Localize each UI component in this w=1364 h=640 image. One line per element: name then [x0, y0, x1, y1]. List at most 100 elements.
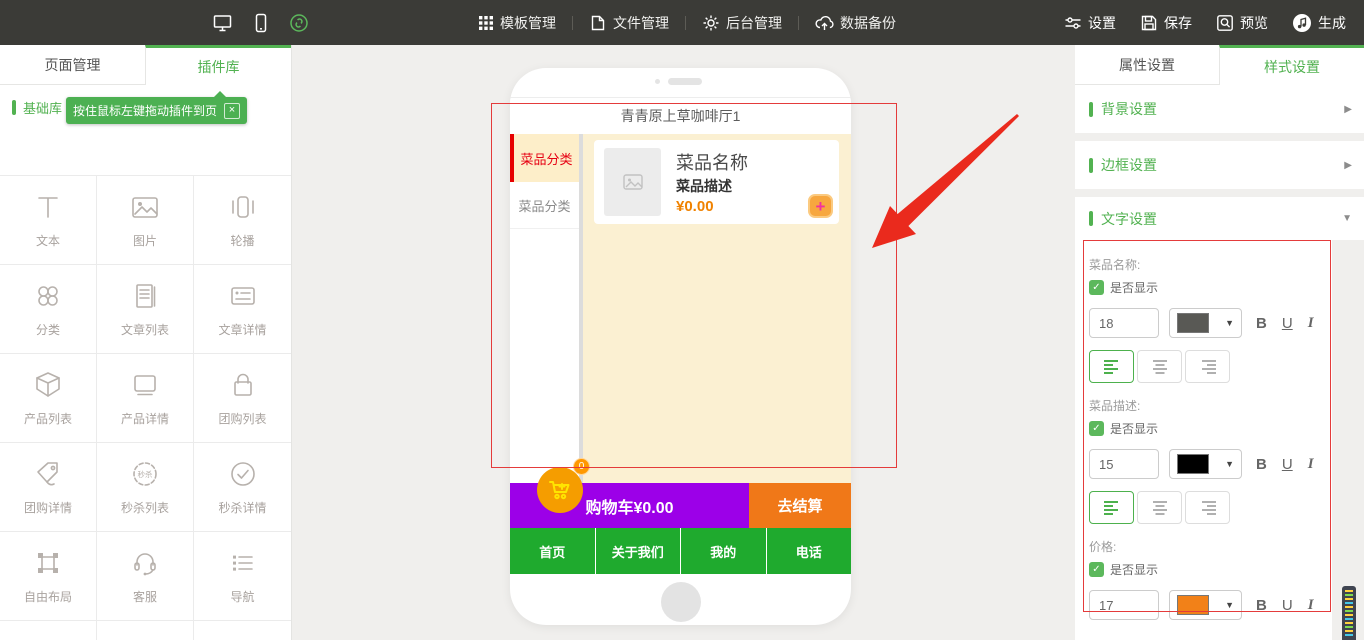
plugin-product-list[interactable]: 产品列表	[0, 354, 97, 443]
plugin-carousel[interactable]: 轮播	[194, 176, 291, 265]
dish-card[interactable]: 菜品名称 菜品描述 ¥0.00 +	[594, 140, 839, 224]
plugin-video[interactable]: 视频	[194, 621, 291, 640]
plugin-product-detail[interactable]: 产品详情	[97, 354, 194, 443]
menu-separator	[572, 16, 573, 30]
bold-button[interactable]: B	[1256, 456, 1267, 473]
font-size-input[interactable]	[1089, 308, 1159, 338]
save-button[interactable]: 保存	[1140, 13, 1192, 33]
checkbox-checked-icon[interactable]	[1089, 280, 1104, 295]
text-icon	[33, 191, 63, 223]
preview-button[interactable]: 预览	[1216, 13, 1268, 33]
show-toggle-row: 是否显示	[1089, 279, 1332, 296]
checkbox-checked-icon[interactable]	[1089, 562, 1104, 577]
group-list-icon	[228, 369, 258, 401]
plugin-category[interactable]: 分类	[0, 265, 97, 354]
plugin-image[interactable]: 图片	[97, 176, 194, 265]
font-color-select[interactable]	[1169, 449, 1242, 479]
plugin-form[interactable]: 表单	[97, 621, 194, 640]
scrollbar-widget[interactable]	[1342, 586, 1356, 640]
underline-button[interactable]: U	[1282, 315, 1293, 332]
show-toggle-row: 是否显示	[1089, 561, 1332, 578]
plugin-map[interactable]: 地图	[0, 621, 97, 640]
plugin-label: 导航	[230, 588, 254, 605]
menu-template-manage[interactable]: 模板管理	[478, 13, 556, 33]
align-right-button[interactable]	[1185, 491, 1230, 524]
menu-separator	[685, 16, 686, 30]
plugin-seckill-detail[interactable]: 秒杀详情	[194, 443, 291, 532]
tooltip-arrow	[214, 91, 226, 97]
plugin-article-list[interactable]: 文章列表	[97, 265, 194, 354]
settings-panel: 属性设置 样式设置 背景设置 边框设置 文字设置 菜品名称:	[1075, 45, 1364, 640]
align-left-button[interactable]	[1089, 350, 1134, 383]
nav-item-phone[interactable]: 电话	[767, 528, 852, 574]
plugin-navigation[interactable]: 导航	[194, 532, 291, 621]
font-color-select[interactable]	[1169, 590, 1242, 620]
text-settings-header[interactable]: 文字设置	[1075, 197, 1364, 240]
tab-plugin-library[interactable]: 插件库	[145, 45, 291, 85]
section-border-settings[interactable]: 边框设置	[1075, 141, 1364, 189]
chevron-down-icon	[1225, 459, 1234, 469]
italic-button[interactable]: I	[1308, 597, 1314, 614]
nav-item-about[interactable]: 关于我们	[596, 528, 682, 574]
save-icon	[1140, 14, 1158, 32]
headset-icon	[130, 547, 160, 579]
free-layout-icon	[33, 547, 63, 579]
checkout-button[interactable]: 去结算	[749, 483, 851, 528]
nav-item-home[interactable]: 首页	[510, 528, 596, 574]
font-size-input[interactable]	[1089, 590, 1159, 620]
plugin-free-layout[interactable]: 自由布局	[0, 532, 97, 621]
plugin-group-list[interactable]: 团购列表	[194, 354, 291, 443]
category-label: 菜品分类	[520, 149, 572, 168]
settings-button[interactable]: 设置	[1064, 13, 1116, 33]
align-right-button[interactable]	[1185, 350, 1230, 383]
tab-page-manage[interactable]: 页面管理	[0, 45, 145, 85]
show-toggle-row: 是否显示	[1089, 420, 1332, 437]
plugin-group-detail[interactable]: 团购详情	[0, 443, 97, 532]
align-left-button[interactable]	[1089, 491, 1134, 524]
tab-attribute-settings[interactable]: 属性设置	[1075, 45, 1219, 85]
plugin-article-detail[interactable]: 文章详情	[194, 265, 291, 354]
checkbox-checked-icon[interactable]	[1089, 421, 1104, 436]
link-icon[interactable]	[289, 13, 309, 33]
plugin-label: 秒杀详情	[218, 499, 266, 516]
show-label: 是否显示	[1110, 420, 1158, 437]
bold-button[interactable]: B	[1256, 315, 1267, 332]
topbar-menu: 模板管理 文件管理 后台管理 数据备份	[478, 0, 896, 45]
category-item[interactable]: 菜品分类	[510, 182, 579, 229]
chevron-down-icon	[1225, 600, 1234, 610]
menu-backend-manage[interactable]: 后台管理	[702, 13, 782, 33]
chevron-down-icon	[1225, 318, 1234, 328]
tab-style-settings[interactable]: 样式设置	[1219, 45, 1364, 85]
underline-button[interactable]: U	[1282, 456, 1293, 473]
plugin-customer-service[interactable]: 客服	[97, 532, 194, 621]
close-icon[interactable]	[224, 103, 240, 119]
align-center-button[interactable]	[1137, 491, 1182, 524]
cart-icon[interactable]	[537, 467, 583, 513]
underline-button[interactable]: U	[1282, 597, 1293, 614]
align-center-button[interactable]	[1137, 350, 1182, 383]
mobile-icon[interactable]	[251, 13, 271, 33]
bold-button[interactable]: B	[1256, 597, 1267, 614]
add-to-cart-button[interactable]: +	[808, 194, 833, 218]
section-background-settings[interactable]: 背景设置	[1075, 85, 1364, 133]
font-size-input[interactable]	[1089, 449, 1159, 479]
product-detail-icon	[130, 369, 160, 401]
desktop-icon[interactable]	[212, 13, 233, 33]
plugin-seckill-list[interactable]: 秒杀 秒杀列表	[97, 443, 194, 532]
italic-button[interactable]: I	[1308, 315, 1314, 332]
green-bar	[1089, 102, 1093, 117]
font-color-select[interactable]	[1169, 308, 1242, 338]
menu-label: 数据备份	[840, 13, 896, 33]
category-item-active[interactable]: 菜品分类	[510, 134, 579, 182]
gear-icon	[702, 14, 720, 32]
plugin-text[interactable]: 文本	[0, 176, 97, 265]
generate-button[interactable]: 生成	[1292, 13, 1346, 33]
menu-label: 后台管理	[726, 13, 782, 33]
italic-button[interactable]: I	[1308, 456, 1314, 473]
menu-data-backup[interactable]: 数据备份	[815, 13, 896, 33]
device-switcher	[212, 0, 309, 45]
menu-file-manage[interactable]: 文件管理	[589, 13, 669, 33]
article-list-icon	[130, 280, 160, 312]
category-icon	[33, 280, 63, 312]
nav-item-mine[interactable]: 我的	[681, 528, 767, 574]
